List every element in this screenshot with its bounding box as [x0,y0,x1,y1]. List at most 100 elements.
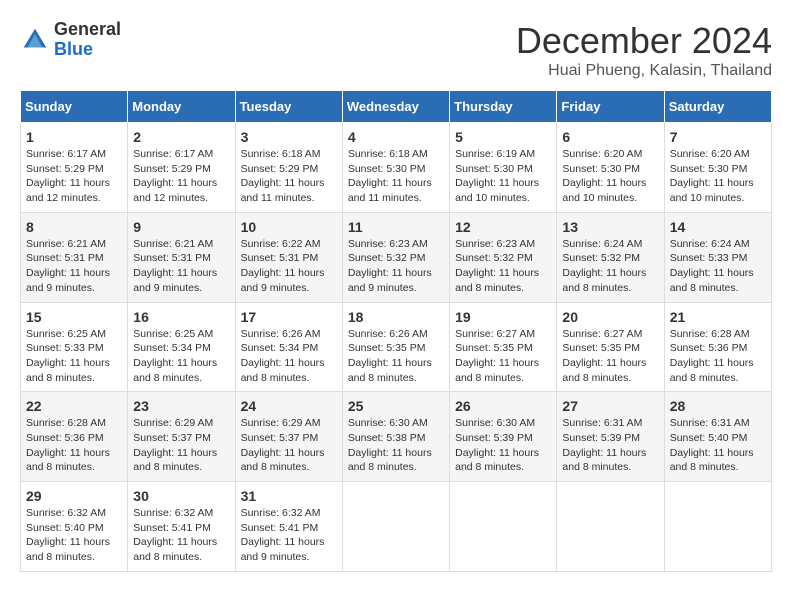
day-cell-29: 29 Sunrise: 6:32 AMSunset: 5:40 PMDaylig… [21,482,128,572]
day-info: Sunrise: 6:20 AMSunset: 5:30 PMDaylight:… [670,147,766,206]
day-cell-1: 1 Sunrise: 6:17 AMSunset: 5:29 PMDayligh… [21,123,128,213]
day-info: Sunrise: 6:25 AMSunset: 5:33 PMDaylight:… [26,327,122,386]
day-info: Sunrise: 6:32 AMSunset: 5:41 PMDaylight:… [133,506,229,565]
day-number: 5 [455,129,551,145]
day-number: 20 [562,309,658,325]
day-number: 9 [133,219,229,235]
day-number: 6 [562,129,658,145]
day-cell-7: 7 Sunrise: 6:20 AMSunset: 5:30 PMDayligh… [664,123,771,213]
day-cell-16: 16 Sunrise: 6:25 AMSunset: 5:34 PMDaylig… [128,302,235,392]
day-info: Sunrise: 6:28 AMSunset: 5:36 PMDaylight:… [26,416,122,475]
day-info: Sunrise: 6:19 AMSunset: 5:30 PMDaylight:… [455,147,551,206]
day-info: Sunrise: 6:31 AMSunset: 5:40 PMDaylight:… [670,416,766,475]
day-info: Sunrise: 6:32 AMSunset: 5:41 PMDaylight:… [241,506,337,565]
day-number: 14 [670,219,766,235]
day-number: 24 [241,398,337,414]
day-number: 3 [241,129,337,145]
day-cell-20: 20 Sunrise: 6:27 AMSunset: 5:35 PMDaylig… [557,302,664,392]
day-info: Sunrise: 6:21 AMSunset: 5:31 PMDaylight:… [133,237,229,296]
day-info: Sunrise: 6:23 AMSunset: 5:32 PMDaylight:… [348,237,444,296]
day-cell-23: 23 Sunrise: 6:29 AMSunset: 5:37 PMDaylig… [128,392,235,482]
day-info: Sunrise: 6:20 AMSunset: 5:30 PMDaylight:… [562,147,658,206]
day-number: 8 [26,219,122,235]
day-number: 16 [133,309,229,325]
day-cell-4: 4 Sunrise: 6:18 AMSunset: 5:30 PMDayligh… [342,123,449,213]
day-cell-25: 25 Sunrise: 6:30 AMSunset: 5:38 PMDaylig… [342,392,449,482]
day-cell-22: 22 Sunrise: 6:28 AMSunset: 5:36 PMDaylig… [21,392,128,482]
day-number: 27 [562,398,658,414]
week-row-1: 1 Sunrise: 6:17 AMSunset: 5:29 PMDayligh… [21,123,772,213]
day-cell-6: 6 Sunrise: 6:20 AMSunset: 5:30 PMDayligh… [557,123,664,213]
day-info: Sunrise: 6:28 AMSunset: 5:36 PMDaylight:… [670,327,766,386]
day-number: 21 [670,309,766,325]
day-number: 29 [26,488,122,504]
day-number: 4 [348,129,444,145]
day-info: Sunrise: 6:25 AMSunset: 5:34 PMDaylight:… [133,327,229,386]
day-cell-3: 3 Sunrise: 6:18 AMSunset: 5:29 PMDayligh… [235,123,342,213]
day-info: Sunrise: 6:17 AMSunset: 5:29 PMDaylight:… [133,147,229,206]
day-cell-28: 28 Sunrise: 6:31 AMSunset: 5:40 PMDaylig… [664,392,771,482]
day-cell-14: 14 Sunrise: 6:24 AMSunset: 5:33 PMDaylig… [664,212,771,302]
logo-icon [20,25,50,55]
header-thursday: Thursday [450,91,557,123]
day-number: 10 [241,219,337,235]
day-number: 11 [348,219,444,235]
day-cell-19: 19 Sunrise: 6:27 AMSunset: 5:35 PMDaylig… [450,302,557,392]
day-info: Sunrise: 6:30 AMSunset: 5:38 PMDaylight:… [348,416,444,475]
month-title: December 2024 [516,20,772,62]
header-sunday: Sunday [21,91,128,123]
header-wednesday: Wednesday [342,91,449,123]
day-number: 12 [455,219,551,235]
day-number: 18 [348,309,444,325]
logo-general: General [54,20,121,40]
day-number: 25 [348,398,444,414]
day-info: Sunrise: 6:24 AMSunset: 5:33 PMDaylight:… [670,237,766,296]
day-number: 22 [26,398,122,414]
day-number: 17 [241,309,337,325]
day-cell-11: 11 Sunrise: 6:23 AMSunset: 5:32 PMDaylig… [342,212,449,302]
day-number: 2 [133,129,229,145]
day-cell-5: 5 Sunrise: 6:19 AMSunset: 5:30 PMDayligh… [450,123,557,213]
day-info: Sunrise: 6:31 AMSunset: 5:39 PMDaylight:… [562,416,658,475]
day-info: Sunrise: 6:18 AMSunset: 5:30 PMDaylight:… [348,147,444,206]
header-tuesday: Tuesday [235,91,342,123]
day-info: Sunrise: 6:29 AMSunset: 5:37 PMDaylight:… [241,416,337,475]
logo: General Blue [20,20,121,60]
day-cell-10: 10 Sunrise: 6:22 AMSunset: 5:31 PMDaylig… [235,212,342,302]
week-row-4: 22 Sunrise: 6:28 AMSunset: 5:36 PMDaylig… [21,392,772,482]
day-cell-27: 27 Sunrise: 6:31 AMSunset: 5:39 PMDaylig… [557,392,664,482]
day-cell-2: 2 Sunrise: 6:17 AMSunset: 5:29 PMDayligh… [128,123,235,213]
empty-cell [450,482,557,572]
day-info: Sunrise: 6:29 AMSunset: 5:37 PMDaylight:… [133,416,229,475]
day-info: Sunrise: 6:26 AMSunset: 5:34 PMDaylight:… [241,327,337,386]
location-subtitle: Huai Phueng, Kalasin, Thailand [516,62,772,80]
week-row-5: 29 Sunrise: 6:32 AMSunset: 5:40 PMDaylig… [21,482,772,572]
empty-cell [664,482,771,572]
empty-cell [557,482,664,572]
day-number: 28 [670,398,766,414]
day-info: Sunrise: 6:27 AMSunset: 5:35 PMDaylight:… [562,327,658,386]
day-number: 19 [455,309,551,325]
day-cell-12: 12 Sunrise: 6:23 AMSunset: 5:32 PMDaylig… [450,212,557,302]
day-cell-21: 21 Sunrise: 6:28 AMSunset: 5:36 PMDaylig… [664,302,771,392]
day-number: 31 [241,488,337,504]
day-cell-17: 17 Sunrise: 6:26 AMSunset: 5:34 PMDaylig… [235,302,342,392]
day-cell-9: 9 Sunrise: 6:21 AMSunset: 5:31 PMDayligh… [128,212,235,302]
logo-blue: Blue [54,40,121,60]
day-number: 23 [133,398,229,414]
day-number: 30 [133,488,229,504]
logo-text: General Blue [54,20,121,60]
day-number: 15 [26,309,122,325]
header-saturday: Saturday [664,91,771,123]
day-number: 13 [562,219,658,235]
week-row-3: 15 Sunrise: 6:25 AMSunset: 5:33 PMDaylig… [21,302,772,392]
page-header: General Blue December 2024 Huai Phueng, … [20,20,772,80]
calendar-table: Sunday Monday Tuesday Wednesday Thursday… [20,90,772,572]
day-cell-15: 15 Sunrise: 6:25 AMSunset: 5:33 PMDaylig… [21,302,128,392]
day-cell-30: 30 Sunrise: 6:32 AMSunset: 5:41 PMDaylig… [128,482,235,572]
day-number: 26 [455,398,551,414]
day-info: Sunrise: 6:24 AMSunset: 5:32 PMDaylight:… [562,237,658,296]
day-cell-13: 13 Sunrise: 6:24 AMSunset: 5:32 PMDaylig… [557,212,664,302]
day-cell-18: 18 Sunrise: 6:26 AMSunset: 5:35 PMDaylig… [342,302,449,392]
day-info: Sunrise: 6:22 AMSunset: 5:31 PMDaylight:… [241,237,337,296]
